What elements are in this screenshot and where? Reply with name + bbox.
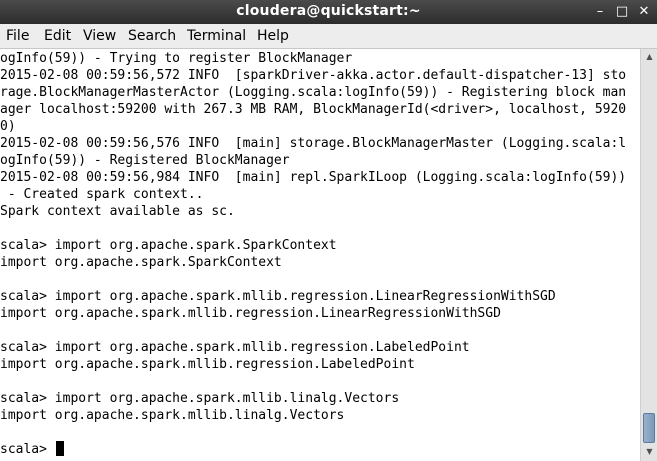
- menu-terminal[interactable]: Terminal: [187, 27, 246, 45]
- terminal-line: - Created spark context..: [0, 187, 204, 202]
- window-titlebar: cloudera@quickstart:~ – □ ✕: [0, 0, 657, 25]
- terminal-line: 2015-02-08 00:59:56,576 INFO [main] stor…: [0, 136, 627, 151]
- minimize-button[interactable]: –: [590, 2, 610, 22]
- window-title: cloudera@quickstart:~: [236, 3, 421, 19]
- close-button[interactable]: ✕: [634, 2, 654, 22]
- scroll-up-button[interactable]: ▲: [642, 50, 657, 64]
- menu-file[interactable]: File: [6, 27, 29, 45]
- terminal-prompt: scala>: [0, 442, 55, 457]
- terminal-line: import org.apache.spark.mllib.linalg.Vec…: [0, 408, 345, 423]
- menu-search[interactable]: Search: [128, 27, 176, 45]
- terminal-line: import org.apache.spark.mllib.regression…: [0, 357, 415, 372]
- menu-edit[interactable]: Edit: [44, 27, 71, 45]
- menu-bar: File Edit View Search Terminal Help: [0, 24, 657, 49]
- terminal-prompt-line: scala>: [0, 441, 64, 458]
- terminal-line: ogInfo(59)) - Trying to register BlockMa…: [0, 51, 353, 66]
- terminal-line: rage.BlockManagerMasterActor (Logging.sc…: [0, 85, 627, 100]
- vertical-scrollbar[interactable]: ▲ ▼: [640, 49, 657, 461]
- terminal-line: 2015-02-08 00:59:56,572 INFO [sparkDrive…: [0, 68, 627, 83]
- menu-help[interactable]: Help: [257, 27, 289, 45]
- scrollbar-thumb[interactable]: [643, 413, 655, 443]
- text-cursor: [55, 441, 64, 456]
- maximize-button[interactable]: □: [612, 2, 632, 22]
- terminal-output[interactable]: ogInfo(59)) - Trying to register BlockMa…: [0, 49, 640, 461]
- terminal-line: Spark context available as sc.: [0, 204, 235, 219]
- terminal-line: 0): [0, 119, 16, 134]
- chevron-down-icon: ▼: [646, 447, 653, 456]
- terminal-line: scala> import org.apache.spark.mllib.lin…: [0, 391, 400, 406]
- terminal-line: import org.apache.spark.mllib.regression…: [0, 306, 501, 321]
- terminal-line: ogInfo(59)) - Registered BlockManager: [0, 153, 290, 168]
- menu-view[interactable]: View: [83, 27, 116, 45]
- terminal-line: import org.apache.spark.SparkContext: [0, 255, 282, 270]
- terminal-line: scala> import org.apache.spark.SparkCont…: [0, 238, 337, 253]
- terminal-line: scala> import org.apache.spark.mllib.reg…: [0, 340, 470, 355]
- terminal-line: scala> import org.apache.spark.mllib.reg…: [0, 289, 556, 304]
- terminal-line: ager localhost:59200 with 267.3 MB RAM, …: [0, 102, 627, 117]
- chevron-up-icon: ▲: [646, 52, 653, 61]
- terminal-line: 2015-02-08 00:59:56,984 INFO [main] repl…: [0, 170, 627, 185]
- scroll-down-button[interactable]: ▼: [642, 445, 657, 459]
